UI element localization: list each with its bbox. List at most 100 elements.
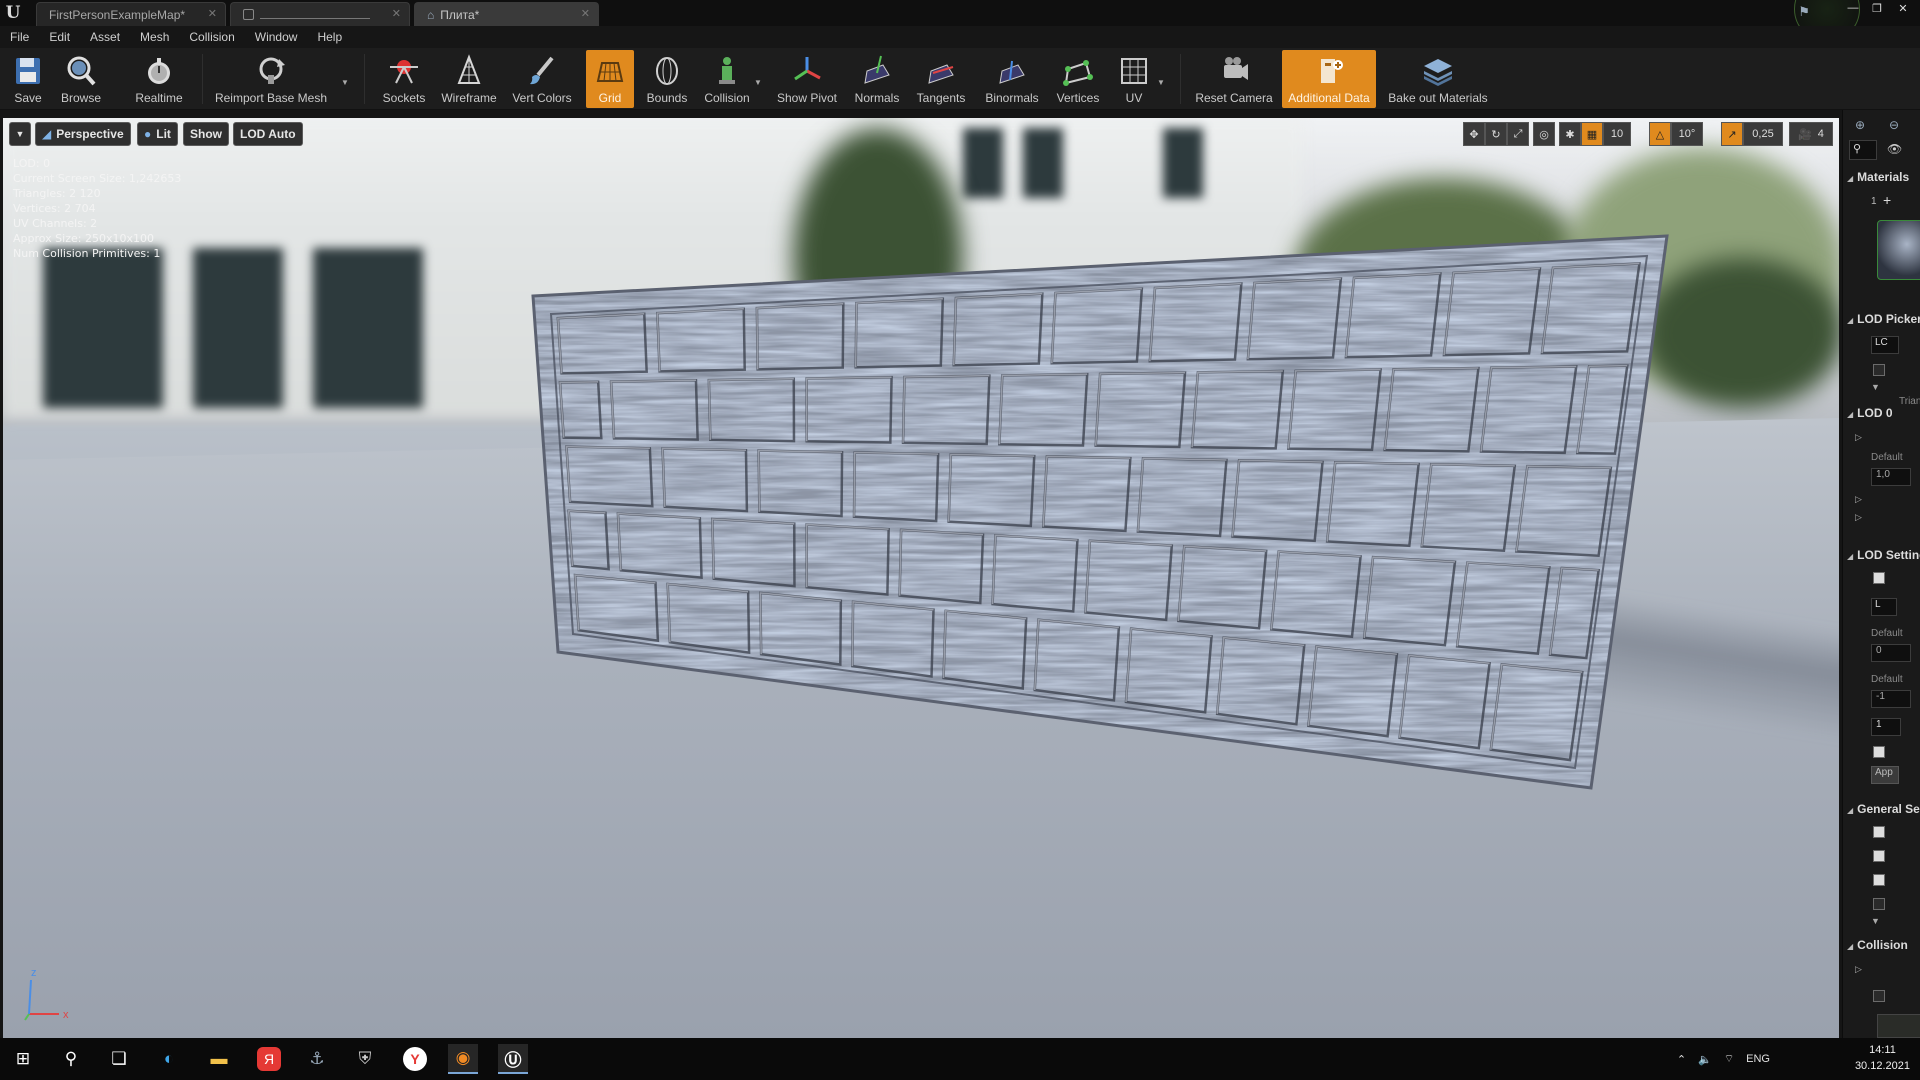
collision-button[interactable]: Collision	[700, 50, 754, 108]
grid-snap-value[interactable]: 10	[1603, 122, 1631, 146]
section-lod0[interactable]: LOD 0	[1847, 406, 1892, 420]
translate-icon[interactable]: ✥	[1463, 122, 1485, 146]
auto-compute-checkbox[interactable]	[1873, 746, 1885, 758]
windows-start-icon[interactable]: ⊞	[8, 1044, 38, 1074]
tab-blank[interactable]: ✕	[230, 2, 410, 26]
section-general-settings[interactable]: General Settings	[1847, 802, 1920, 816]
normals-button[interactable]: Normals	[852, 50, 902, 108]
grid-snap-icon[interactable]: ▦	[1581, 122, 1603, 146]
general-checkbox[interactable]	[1873, 898, 1885, 910]
chevron-right-icon[interactable]: ▷	[1855, 494, 1862, 505]
section-collision[interactable]: Collision	[1847, 938, 1908, 952]
chevron-right-icon[interactable]: ▷	[1855, 432, 1862, 443]
max-lod-input[interactable]: -1	[1871, 690, 1911, 708]
task-view-icon[interactable]: ❏	[104, 1044, 134, 1074]
edge-browser-icon[interactable]: ◐	[154, 1044, 184, 1074]
section-lod-picker[interactable]: LOD Picker	[1847, 312, 1920, 326]
vert-colors-button[interactable]: Vert Colors	[510, 50, 574, 108]
uv-button[interactable]: UV	[1112, 50, 1156, 108]
surface-snap-icon[interactable]: ✱	[1559, 122, 1581, 146]
general-item-icon[interactable]	[1873, 850, 1885, 862]
chevron-down-icon[interactable]: ▼	[1871, 382, 1880, 392]
scale-snap-value[interactable]: 0,25	[1743, 122, 1783, 146]
lod-group-icon[interactable]	[1873, 572, 1885, 584]
add-icon[interactable]: +	[1883, 192, 1891, 208]
close-window-button[interactable]: ✕	[1892, 0, 1914, 16]
menu-asset[interactable]: Asset	[80, 30, 130, 44]
world-of-warships-icon[interactable]: ⚓	[302, 1044, 332, 1074]
rotate-icon[interactable]: ↻	[1485, 122, 1507, 146]
reset-camera-button[interactable]: Reset Camera	[1194, 50, 1274, 108]
save-button[interactable]: Save	[8, 50, 48, 108]
wifi-icon[interactable]: ⌔	[1724, 1052, 1734, 1066]
file-explorer-icon[interactable]: ▬	[204, 1044, 234, 1074]
menu-edit[interactable]: Edit	[39, 30, 80, 44]
speaker-icon[interactable]: 🔈	[1698, 1053, 1712, 1066]
num-lods-input[interactable]: 1	[1871, 718, 1901, 736]
bounds-button[interactable]: Bounds	[642, 50, 692, 108]
zoom-out-icon[interactable]: ⊖	[1889, 118, 1899, 132]
material-thumbnail[interactable]	[1877, 220, 1920, 280]
realtime-button[interactable]: Realtime	[128, 50, 190, 108]
perspective-button[interactable]: ◢ Perspective	[35, 122, 131, 146]
show-pivot-button[interactable]: Show Pivot	[774, 50, 840, 108]
chevron-right-icon[interactable]: ▷	[1855, 512, 1862, 523]
bake-out-materials-button[interactable]: Bake out Materials	[1384, 50, 1492, 108]
vertices-button[interactable]: Vertices	[1052, 50, 1104, 108]
notification-icon[interactable]: ⚑	[1798, 4, 1810, 20]
world-of-tanks-icon[interactable]: ⛨	[350, 1044, 380, 1074]
viewport-options-dropdown[interactable]: ▼	[9, 122, 31, 146]
eye-icon[interactable]: 👁	[1887, 142, 1902, 156]
general-item-icon[interactable]	[1873, 826, 1885, 838]
search-icon[interactable]: ⚲	[56, 1044, 86, 1074]
show-button[interactable]: Show	[183, 122, 229, 146]
world-local-icon[interactable]: ◎	[1533, 122, 1555, 146]
min-lod-input[interactable]: 0	[1871, 644, 1911, 662]
rotation-snap-icon[interactable]: △	[1649, 122, 1671, 146]
menu-help[interactable]: Help	[307, 30, 352, 44]
lod-dropdown[interactable]: LC	[1871, 336, 1899, 354]
tab-first-person-map[interactable]: FirstPersonExampleMap* ✕	[36, 2, 226, 26]
section-lod-settings[interactable]: LOD Settings	[1847, 548, 1920, 562]
grid-button[interactable]: Grid	[586, 50, 634, 108]
close-icon[interactable]: ✕	[392, 7, 401, 20]
lod-checkbox[interactable]	[1873, 364, 1885, 376]
collision-checkbox[interactable]	[1873, 990, 1885, 1002]
close-icon[interactable]: ✕	[581, 7, 590, 20]
tab-static-mesh[interactable]: ⌂ Плита* ✕	[414, 2, 599, 26]
tangents-button[interactable]: Tangents	[912, 50, 970, 108]
camera-speed-button[interactable]: 🎥 4	[1789, 122, 1833, 146]
menu-mesh[interactable]: Mesh	[130, 30, 179, 44]
screen-size-input[interactable]: 1,0	[1871, 468, 1911, 486]
maximize-button[interactable]: ❐	[1866, 0, 1888, 16]
additional-data-button[interactable]: Additional Data	[1282, 50, 1376, 108]
section-materials[interactable]: Materials	[1847, 170, 1909, 184]
stone-wall-mesh[interactable]	[3, 118, 1839, 1038]
sockets-button[interactable]: Sockets	[378, 50, 430, 108]
zoom-in-icon[interactable]: ⊕	[1855, 118, 1865, 132]
blender-icon[interactable]: ◉	[448, 1044, 478, 1074]
scale-icon[interactable]: ⤢	[1507, 122, 1529, 146]
rotation-snap-value[interactable]: 10°	[1671, 122, 1703, 146]
chevron-right-icon[interactable]: ▷	[1855, 964, 1862, 975]
unreal-engine-icon[interactable]: Ⓤ	[498, 1044, 528, 1074]
chevron-down-icon[interactable]: ▼	[341, 78, 349, 87]
language-indicator[interactable]: ENG	[1746, 1053, 1770, 1065]
minimize-button[interactable]: —	[1842, 0, 1864, 16]
general-item-icon[interactable]	[1873, 874, 1885, 886]
scale-snap-icon[interactable]: ↗	[1721, 122, 1743, 146]
chevron-up-icon[interactable]: ⌃	[1677, 1053, 1686, 1066]
menu-file[interactable]: File	[0, 30, 39, 44]
lod-auto-button[interactable]: LOD Auto	[233, 122, 303, 146]
wireframe-button[interactable]: Wireframe	[440, 50, 498, 108]
lit-button[interactable]: ● Lit	[137, 122, 178, 146]
menu-window[interactable]: Window	[245, 30, 308, 44]
chevron-down-icon[interactable]: ▼	[1157, 78, 1165, 87]
yandex-browser-icon[interactable]: Y	[403, 1047, 427, 1071]
chevron-down-icon[interactable]: ▼	[1871, 916, 1880, 926]
viewport[interactable]: ▼ ◢ Perspective ● Lit Show LOD Auto ✥ ↻ ⤢ …	[3, 118, 1839, 1038]
apply-changes-button[interactable]: App	[1871, 766, 1899, 784]
reimport-base-mesh-button[interactable]: Reimport Base Mesh	[212, 50, 330, 108]
yandex-icon[interactable]: Я	[257, 1047, 281, 1071]
clock[interactable]: 14:11 30.12.2021	[1855, 1042, 1910, 1074]
